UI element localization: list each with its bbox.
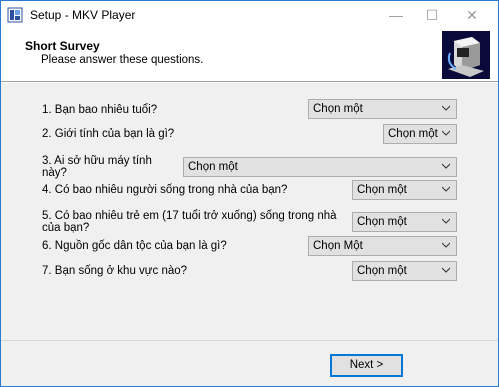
wizard-header: Short Survey Please answer these questio… [1,29,498,81]
question-5-value: Chọn một [357,216,407,228]
question-3-label: 3. Ai sở hữu máy tính này? [42,155,152,179]
question-3-label-line-1: 3. Ai sở hữu máy tính [42,155,152,167]
page-subtitle: Please answer these questions. [41,54,204,66]
question-1-select[interactable]: Chọn một [308,99,457,119]
question-7-value: Chọn một [357,265,407,277]
maximize-icon: ☐ [425,6,439,23]
question-5-label-line-1: 5. Có bao nhiêu trẻ em (17 tuổi trở xuốn… [42,210,337,222]
close-button[interactable]: ✕ [452,1,492,29]
question-1-label: 1. Bạn bao nhiêu tuổi? [42,104,158,116]
question-2-value: Chọn một [388,128,438,140]
question-3-label-line-2: này? [42,167,67,179]
question-7-select[interactable]: Chọn một [352,261,457,281]
chevron-down-icon [442,163,450,169]
question-7-label: 7. Bạn sống ở khu vực nào? [42,265,188,277]
question-4-label: 4. Có bao nhiêu người sống trong nhà của… [42,184,288,196]
question-2-select[interactable]: Chọn một [383,124,457,144]
question-6-value: Chọn Một [313,240,363,252]
chevron-down-icon [442,218,450,224]
title-bar[interactable]: Setup - MKV Player — ☐ ✕ [1,1,498,29]
question-4-select[interactable]: Chọn một [352,180,457,200]
question-6-label: 6. Nguồn gốc dân tộc của bạn là gì? [42,240,227,252]
chevron-down-icon [442,242,450,248]
question-5-select[interactable]: Chọn một [352,212,457,232]
app-setup-icon [7,7,23,23]
window-title: Setup - MKV Player [30,8,136,22]
page-title: Short Survey [25,39,100,53]
next-button[interactable]: Next > [330,354,403,377]
maximize-button[interactable]: ☐ [412,1,452,29]
question-3-value: Chọn một [188,161,238,173]
minimize-icon: — [389,7,403,23]
chevron-down-icon [442,267,450,273]
close-icon: ✕ [466,6,478,23]
footer-divider [1,340,498,341]
chevron-down-icon [442,130,450,136]
setup-window: Setup - MKV Player — ☐ ✕ Short Survey Pl… [0,0,499,387]
question-2-label: 2. Giới tính của bạn là gì? [42,128,175,140]
question-5-label: 5. Có bao nhiêu trẻ em (17 tuổi trở xuốn… [42,210,337,234]
question-6-select[interactable]: Chọn Một [308,236,457,256]
question-3-select[interactable]: Chọn một [183,157,457,177]
chevron-down-icon [442,186,450,192]
question-1-value: Chọn một [313,103,363,115]
chevron-down-icon [442,105,450,111]
computer-box-icon [442,31,490,79]
question-5-label-line-2: của bạn? [42,222,90,234]
question-4-value: Chọn một [357,184,407,196]
minimize-button[interactable]: — [376,1,416,29]
header-divider-highlight [1,82,498,83]
